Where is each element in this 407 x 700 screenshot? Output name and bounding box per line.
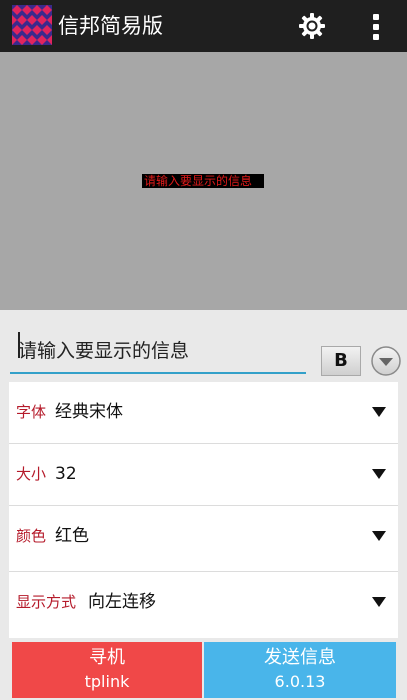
bold-button[interactable]: B — [321, 346, 361, 376]
font-label: 字体 — [16, 403, 47, 421]
find-device-button[interactable]: 寻机 tplink — [12, 642, 202, 698]
send-button-label: 发送信息 — [264, 647, 336, 668]
display-mode-label: 显示方式 — [16, 593, 77, 611]
color-label: 颜色 — [16, 527, 47, 545]
dropdown-arrow-icon — [372, 597, 386, 607]
device-name: tplink — [84, 672, 130, 691]
font-value: 经典宋体 — [55, 402, 123, 422]
size-label: 大小 — [16, 465, 47, 483]
settings-list: 字体 经典宋体 大小 32 颜色 红色 显示方式 向左连移 — [9, 382, 398, 638]
message-input[interactable] — [10, 330, 306, 374]
dropdown-arrow-icon — [372, 407, 386, 417]
bottom-bar: 寻机 tplink 发送信息 6.0.13 — [0, 638, 407, 700]
overflow-menu-icon[interactable] — [372, 14, 380, 40]
dropdown-arrow-icon — [372, 469, 386, 479]
font-row[interactable]: 字体 经典宋体 — [9, 382, 398, 444]
preview-text: 请输入要显示的信息 — [142, 174, 264, 188]
size-value: 32 — [55, 464, 77, 484]
display-mode-value: 向左连移 — [88, 592, 156, 612]
display-mode-row[interactable]: 显示方式 向左连移 — [9, 572, 398, 636]
gear-icon[interactable] — [298, 12, 326, 40]
color-value: 红色 — [55, 526, 89, 546]
app-bar: 信邦简易版 — [0, 0, 407, 52]
dropdown-arrow-icon — [372, 531, 386, 541]
send-message-button[interactable]: 发送信息 6.0.13 — [204, 642, 396, 698]
app-logo-icon — [12, 5, 52, 45]
version-label: 6.0.13 — [274, 672, 326, 691]
size-row[interactable]: 大小 32 — [9, 444, 398, 506]
find-button-label: 寻机 — [89, 647, 125, 668]
text-caret — [18, 332, 20, 358]
chevron-down-circle-icon[interactable] — [370, 345, 402, 377]
color-row[interactable]: 颜色 红色 — [9, 506, 398, 572]
app-title: 信邦简易版 — [58, 14, 163, 38]
led-preview-area: 请输入要显示的信息 — [0, 52, 407, 310]
